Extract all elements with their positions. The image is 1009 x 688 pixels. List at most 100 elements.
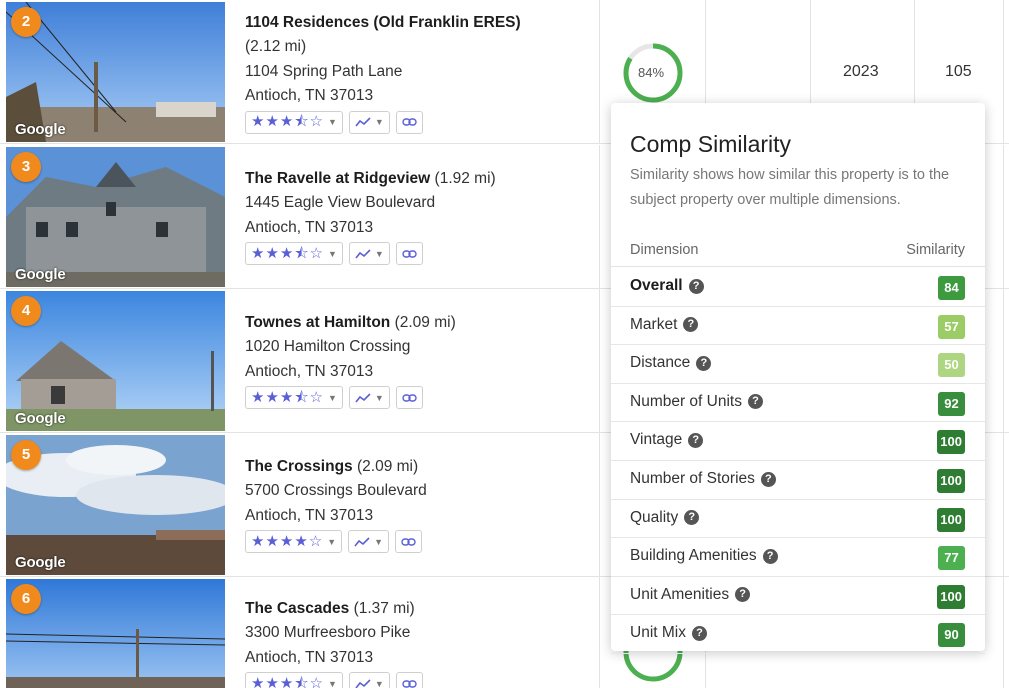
rating-dropdown[interactable]: ★★★⯪☆ ▼ bbox=[245, 672, 343, 688]
dimension-name: Market bbox=[630, 315, 678, 333]
trend-line-icon bbox=[355, 393, 371, 403]
trend-dropdown[interactable]: ▼ bbox=[348, 672, 390, 688]
dimension-row: Overall? 84 bbox=[611, 268, 985, 307]
chevron-down-icon: ▼ bbox=[328, 248, 337, 259]
rank-badge: 2 bbox=[11, 7, 41, 37]
property-address: 3300 Murfreesboro Pike bbox=[245, 624, 411, 642]
property-photo[interactable]: 2 Google bbox=[6, 2, 225, 142]
property-address: 1104 Spring Path Lane bbox=[245, 62, 403, 80]
help-circle-icon[interactable]: ? bbox=[735, 587, 751, 603]
link-button[interactable] bbox=[395, 242, 423, 266]
help-circle-icon[interactable]: ? bbox=[747, 394, 763, 410]
property-distance: (1.37 mi) bbox=[353, 600, 415, 617]
similarity-score-badge: 100 bbox=[937, 430, 965, 455]
link-icon bbox=[402, 394, 417, 402]
link-icon bbox=[401, 538, 416, 546]
trend-line-icon bbox=[355, 117, 371, 127]
property-city: Antioch, TN 37013 bbox=[245, 506, 374, 524]
property-photo[interactable]: 3 Google bbox=[6, 147, 225, 287]
property-city: Antioch, TN 37013 bbox=[245, 87, 374, 105]
comp-similarity-popover: Comp Similarity Similarity shows how sim… bbox=[611, 103, 985, 654]
dimension-name: Number of Stories bbox=[630, 470, 755, 487]
property-address: 1020 Hamilton Crossing bbox=[245, 338, 411, 356]
similarity-score-badge: 100 bbox=[937, 584, 965, 609]
link-button[interactable] bbox=[395, 110, 423, 134]
star-rating-icon: ★★★⯪☆ bbox=[251, 244, 324, 262]
link-button[interactable] bbox=[395, 530, 423, 554]
google-watermark: Google bbox=[15, 121, 66, 138]
help-circle-icon[interactable]: ? bbox=[684, 510, 700, 526]
dimension-row: Vintage? 100 bbox=[611, 422, 985, 461]
trend-dropdown[interactable]: ▼ bbox=[348, 386, 390, 410]
property-info: The Crossings (2.09 mi) 5700 Crossings B… bbox=[245, 455, 595, 554]
dimension-column-header: Dimension bbox=[630, 242, 699, 258]
year-built: 2023 bbox=[843, 63, 879, 80]
dimension-row: Distance? 50 bbox=[611, 345, 985, 384]
google-watermark: Google bbox=[15, 554, 66, 571]
property-name[interactable]: The Crossings bbox=[245, 458, 353, 475]
trend-line-icon bbox=[355, 679, 371, 688]
property-name[interactable]: The Ravelle at Ridgeview bbox=[245, 170, 430, 187]
property-distance: (2.09 mi) bbox=[394, 314, 456, 331]
star-rating-icon: ★★★⯪☆ bbox=[251, 388, 324, 406]
link-icon bbox=[402, 118, 417, 126]
trend-dropdown[interactable]: ▼ bbox=[348, 110, 390, 134]
chevron-down-icon: ▼ bbox=[328, 116, 337, 127]
similarity-score-badge: 84 bbox=[938, 276, 965, 300]
property-distance: (2.09 mi) bbox=[356, 458, 419, 475]
dimension-label: Quality? bbox=[630, 508, 700, 527]
property-photo[interactable]: 5 Google bbox=[6, 435, 225, 575]
dimension-row: Number of Units? 92 bbox=[611, 384, 985, 423]
property-distance: (1.92 mi) bbox=[434, 170, 496, 187]
property-info: 1104 Residences (Old Franklin ERES) (2.1… bbox=[245, 11, 595, 134]
property-photo[interactable]: 6 bbox=[6, 579, 225, 688]
help-circle-icon[interactable]: ? bbox=[688, 278, 704, 294]
property-info: Townes at Hamilton (2.09 mi) 1020 Hamilt… bbox=[245, 311, 595, 410]
popover-title: Comp Similarity bbox=[630, 131, 792, 157]
property-distance: (2.12 mi) bbox=[245, 38, 307, 56]
rating-dropdown[interactable]: ★★★⯪☆ ▼ bbox=[245, 386, 343, 410]
trend-line-icon bbox=[355, 249, 371, 259]
similarity-percent: 84% bbox=[638, 65, 665, 80]
property-name[interactable]: 1104 Residences (Old Franklin ERES) bbox=[245, 14, 521, 31]
star-rating-icon: ★★★⯪☆ bbox=[251, 674, 324, 688]
similarity-score-badge: 50 bbox=[938, 353, 965, 378]
dimension-row: Quality? 100 bbox=[611, 500, 985, 539]
similarity-score-badge: 100 bbox=[937, 469, 965, 493]
dimension-name: Quality bbox=[630, 508, 679, 526]
property-info: The Cascades (1.37 mi) 3300 Murfreesboro… bbox=[245, 597, 595, 688]
property-city: Antioch, TN 37013 bbox=[245, 218, 374, 236]
property-name[interactable]: Townes at Hamilton bbox=[245, 314, 390, 331]
link-button[interactable] bbox=[395, 672, 423, 688]
star-rating-icon: ★★★⯪☆ bbox=[251, 112, 324, 130]
dimension-label: Distance? bbox=[630, 354, 712, 372]
dimension-name: Unit Amenities bbox=[630, 585, 730, 603]
dimension-row: Unit Mix? 90 bbox=[611, 615, 985, 654]
dimension-row: Number of Stories? 100 bbox=[611, 461, 985, 500]
trend-dropdown[interactable]: ▼ bbox=[348, 530, 390, 554]
rating-dropdown[interactable]: ★★★★☆ ▼ bbox=[245, 530, 343, 554]
property-photo[interactable]: 4 Google bbox=[6, 291, 225, 431]
help-circle-icon[interactable]: ? bbox=[760, 471, 776, 487]
google-watermark: Google bbox=[15, 410, 66, 427]
help-circle-icon[interactable]: ? bbox=[696, 355, 712, 371]
dimension-label: Number of Units? bbox=[630, 393, 763, 411]
chevron-down-icon: ▼ bbox=[328, 678, 337, 688]
chevron-down-icon: ▼ bbox=[374, 248, 384, 259]
similarity-column-header: Similarity bbox=[906, 242, 965, 258]
similarity-score-badge: 57 bbox=[938, 314, 965, 339]
property-name[interactable]: The Cascades bbox=[245, 600, 349, 617]
rating-dropdown[interactable]: ★★★⯪☆ ▼ bbox=[245, 110, 343, 134]
dimension-name: Unit Mix bbox=[630, 624, 686, 642]
rating-dropdown[interactable]: ★★★⯪☆ ▼ bbox=[245, 242, 343, 266]
dimension-name: Distance bbox=[630, 354, 691, 372]
help-circle-icon[interactable]: ? bbox=[688, 432, 704, 448]
link-button[interactable] bbox=[395, 386, 423, 410]
trend-dropdown[interactable]: ▼ bbox=[348, 242, 390, 266]
help-circle-icon[interactable]: ? bbox=[691, 625, 707, 641]
help-circle-icon[interactable]: ? bbox=[762, 548, 778, 564]
rank-badge: 6 bbox=[11, 584, 41, 614]
dimension-row: Building Amenities? 77 bbox=[611, 538, 985, 577]
help-circle-icon[interactable]: ? bbox=[683, 317, 699, 333]
dimension-label: Vintage? bbox=[630, 431, 704, 449]
